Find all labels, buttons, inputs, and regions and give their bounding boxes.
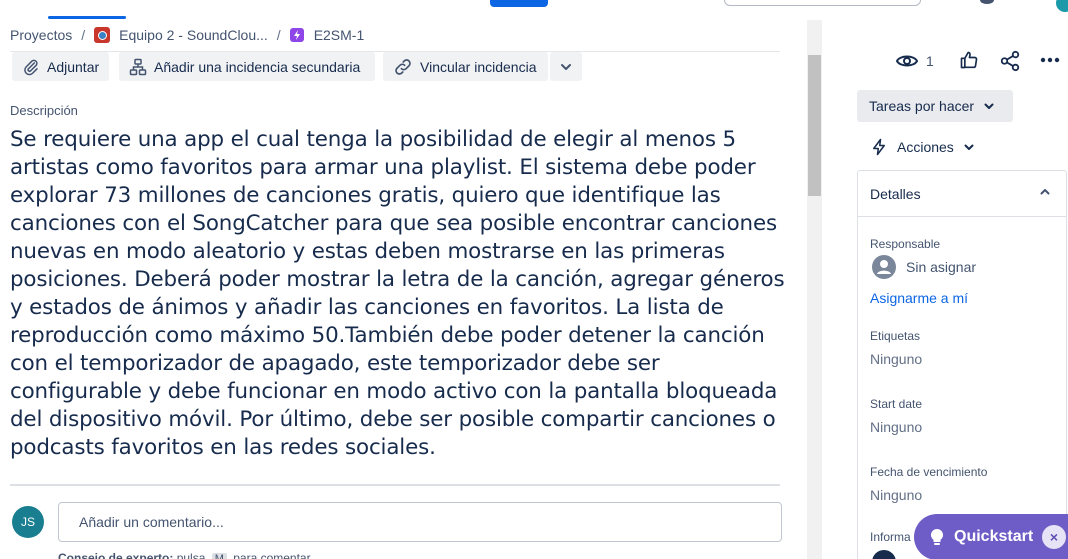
active-nav-indicator — [48, 16, 126, 19]
lightbulb-icon — [930, 528, 944, 545]
comment-tip-suffix: para comentar — [229, 551, 311, 559]
close-icon[interactable]: × — [1042, 525, 1066, 549]
breadcrumb: Proyectos / Equipo 2 - SoundClou... / E2… — [10, 26, 364, 44]
labels-label: Etiquetas — [870, 329, 921, 343]
comment-tip-bold: Consejo de experto: — [58, 551, 174, 559]
description-text[interactable]: Se requiere una app el cual tenga la pos… — [10, 126, 790, 462]
create-button[interactable] — [490, 0, 548, 7]
project-icon — [94, 27, 111, 43]
user-avatar[interactable] — [1056, 0, 1068, 12]
breadcrumb-separator: / — [276, 27, 281, 43]
assignee-field[interactable]: Sin asignar — [872, 255, 976, 279]
start-date-label: Start date — [870, 397, 923, 411]
comment-tip-text: pulsa — [173, 551, 209, 559]
chevron-down-icon — [561, 63, 571, 70]
quickstart-button[interactable]: Quickstart × — [914, 514, 1068, 559]
add-child-label: Añadir una incidencia secundaria — [154, 58, 361, 75]
assignee-label: Responsable — [870, 237, 941, 251]
breadcrumb-project[interactable]: Equipo 2 - SoundClou... — [119, 27, 268, 43]
link-issue-label: Vincular incidencia — [420, 58, 537, 75]
details-header[interactable]: Detalles — [858, 171, 1066, 217]
due-date-value[interactable]: Ninguno — [870, 487, 922, 503]
comment-tip-key: M — [211, 553, 227, 559]
assign-to-me-link[interactable]: Asignarme a mí — [870, 290, 968, 306]
hierarchy-icon — [129, 58, 147, 75]
status-dropdown[interactable]: Tareas por hacer — [857, 90, 1013, 122]
assignee-value: Sin asignar — [906, 259, 977, 275]
attach-button[interactable]: Adjuntar — [12, 52, 109, 81]
chevron-down-icon — [984, 103, 994, 109]
details-panel: Detalles Responsable Sin asignar Asignar… — [857, 170, 1067, 559]
add-child-issue-button[interactable]: Añadir una incidencia secundaria — [119, 52, 375, 81]
link-issue-button[interactable]: Vincular incidencia — [383, 52, 548, 81]
eye-icon — [896, 55, 918, 67]
attach-label: Adjuntar — [47, 58, 100, 75]
help-icon[interactable] — [980, 0, 994, 4]
start-date-value[interactable]: Ninguno — [870, 419, 922, 435]
actions-label: Acciones — [897, 139, 954, 155]
epic-icon — [289, 28, 304, 42]
breadcrumb-projects[interactable]: Proyectos — [10, 27, 72, 43]
status-label: Tareas por hacer — [869, 98, 975, 114]
search-input[interactable] — [724, 0, 921, 6]
like-button[interactable] — [959, 50, 979, 72]
chevron-up-icon — [1040, 189, 1050, 195]
more-actions-dropdown[interactable] — [550, 52, 582, 81]
actions-dropdown[interactable]: Acciones — [870, 136, 974, 158]
info-section-label: Informa — [870, 530, 911, 544]
description-label: Descripción — [10, 103, 78, 118]
breadcrumb-separator: / — [81, 27, 86, 43]
unassigned-avatar-icon — [872, 255, 896, 279]
comment-divider — [10, 484, 780, 486]
comment-input[interactable]: Añadir un comentario... — [58, 502, 782, 542]
breadcrumb-issue-key[interactable]: E2SM-1 — [314, 27, 365, 43]
avatar: JS — [12, 506, 44, 538]
details-title: Detalles — [870, 185, 921, 202]
watch-button[interactable]: 1 — [896, 50, 934, 72]
link-icon — [395, 58, 411, 75]
ellipsis-icon — [1040, 57, 1060, 63]
chevron-down-icon — [964, 144, 974, 150]
lightning-icon — [873, 138, 885, 156]
labels-value[interactable]: Ninguno — [870, 351, 922, 367]
thumbs-up-icon — [960, 51, 978, 69]
share-button[interactable] — [999, 50, 1021, 72]
due-date-label: Fecha de vencimiento — [870, 465, 988, 479]
comment-placeholder: Añadir un comentario... — [79, 514, 224, 530]
more-options-button[interactable] — [1039, 50, 1061, 72]
share-icon — [1000, 50, 1020, 72]
quickstart-label: Quickstart — [954, 528, 1034, 545]
comment-tip: Consejo de experto: pulsa M para comenta… — [58, 551, 311, 559]
paperclip-icon — [24, 59, 38, 75]
watchers-count: 1 — [926, 53, 934, 69]
scrollbar-thumb[interactable] — [808, 55, 821, 196]
